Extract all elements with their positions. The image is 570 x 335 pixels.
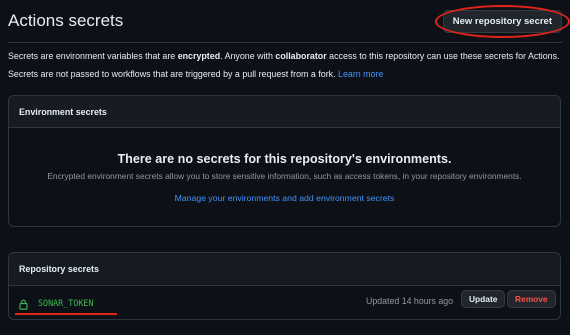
page-header: Actions secrets New repository secret [8,0,570,43]
actions-secrets-page: Actions secrets New repository secret Se… [0,0,570,335]
annotation-underline [15,313,117,315]
description-text: access to this repository can use these … [326,51,560,61]
remove-secret-button[interactable]: Remove [507,290,556,308]
secret-row: SONAR_TOKEN Updated 14 hours ago Update … [9,286,560,319]
repository-secrets-box: Repository secrets SONAR_TOKEN Updated 1… [8,252,561,320]
secrets-description: Secrets are environment variables that a… [8,50,564,62]
lock-icon [19,297,28,310]
fork-description: Secrets are not passed to workflows that… [8,68,564,80]
repository-secrets-heading: Repository secrets [9,253,560,286]
new-repository-secret-button[interactable]: New repository secret [434,4,570,38]
description-text: Secrets are environment variables that a… [8,51,178,61]
secret-name: SONAR_TOKEN [38,297,94,308]
fork-description-text: Secrets are not passed to workflows that… [8,69,339,79]
update-secret-button[interactable]: Update [461,290,506,308]
description-text: . Anyone with [220,51,276,61]
environment-secrets-heading: Environment secrets [9,96,560,128]
description-bold-collaborator: collaborator [275,51,327,61]
new-repository-secret-label: New repository secret [452,15,552,27]
description-bold-encrypted: encrypted [177,51,221,61]
learn-more-link[interactable]: Learn more [338,69,383,79]
environment-secrets-empty-state: There are no secrets for this repository… [9,128,560,203]
empty-state-description: Encrypted environment secrets allow you … [47,171,522,181]
page-title: Actions secrets [8,11,124,30]
manage-environments-link[interactable]: Manage your environments and add environ… [9,193,560,203]
environment-secrets-box: Environment secrets There are no secrets… [8,95,561,227]
secret-updated-time: Updated 14 hours ago [366,296,454,306]
empty-state-title: There are no secrets for this repository… [117,152,452,166]
